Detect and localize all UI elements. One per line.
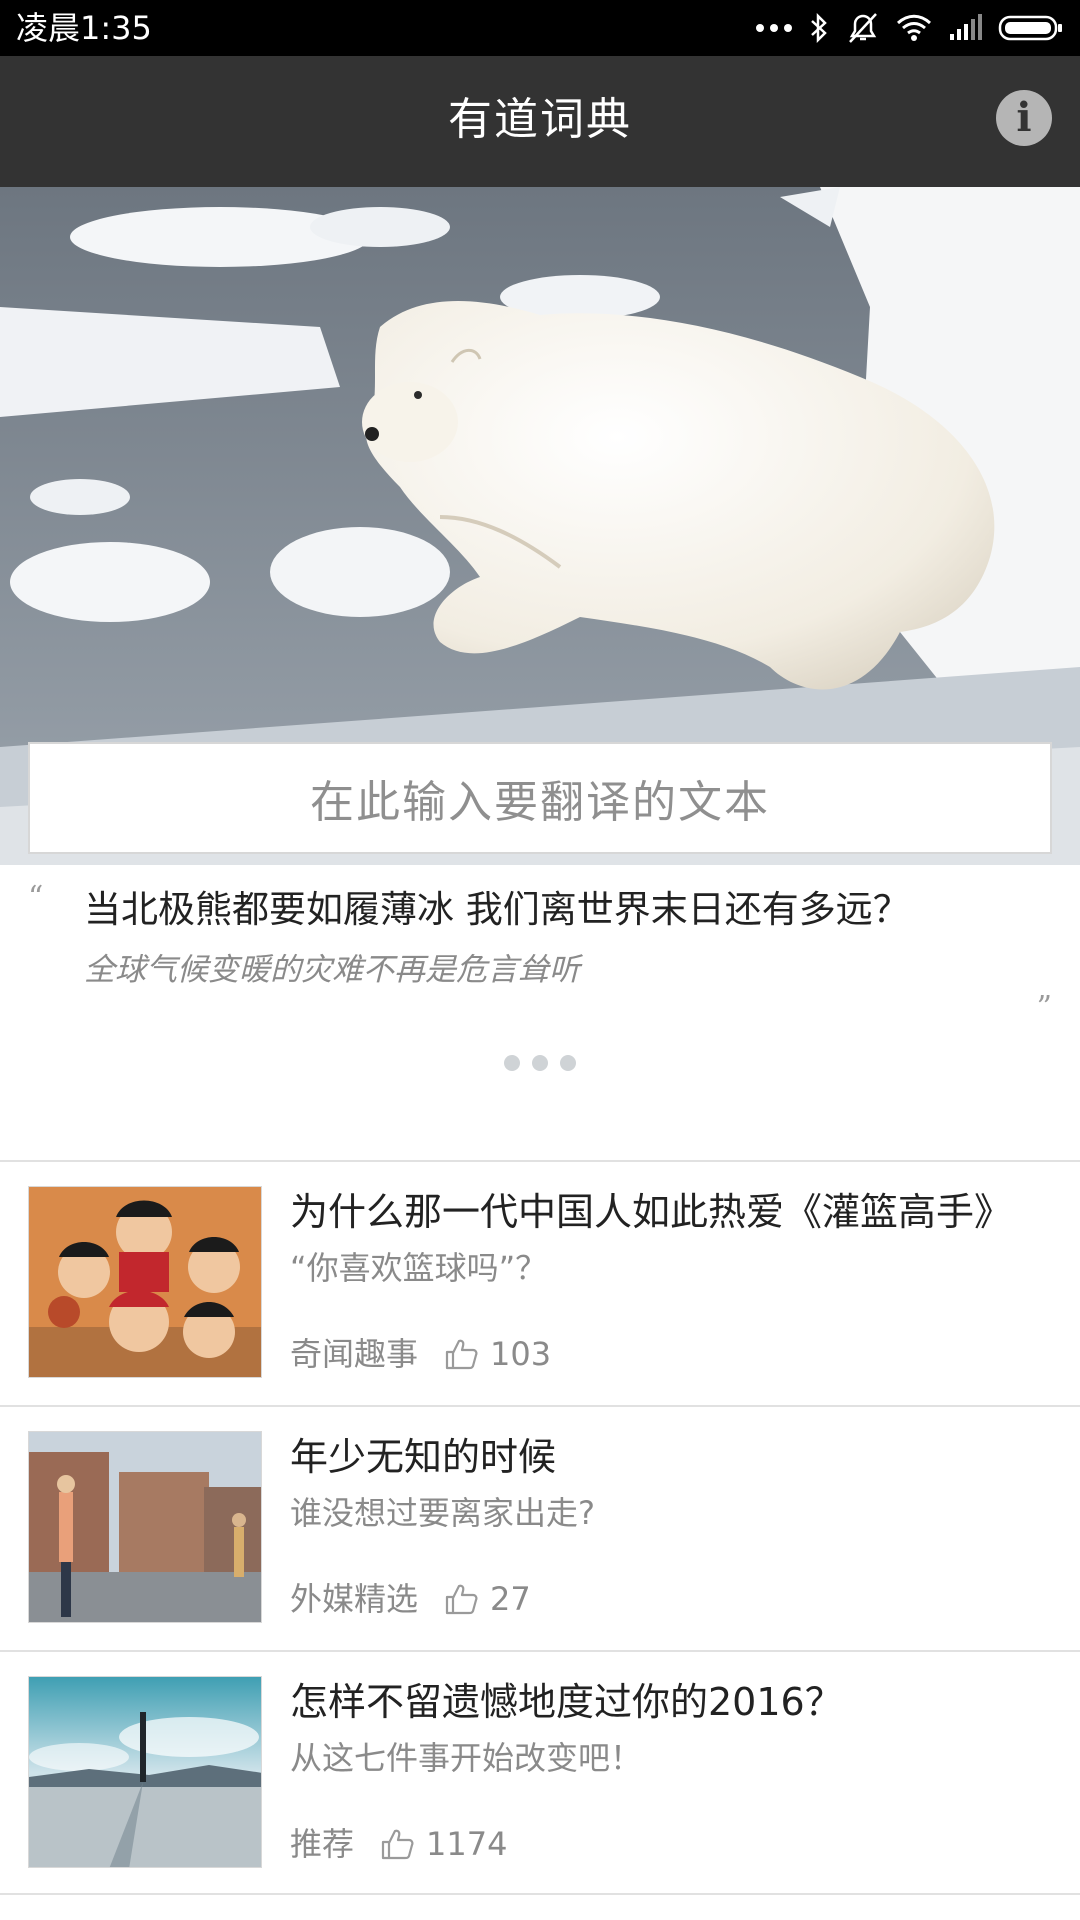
mute-icon: [849, 13, 877, 43]
app-title: 有道词典: [448, 94, 632, 145]
featured-subtitle: 全球气候变暖的灾难不再是危言耸听: [84, 952, 580, 988]
feed-item-title: 怎样不留遗憾地度过你的2016？: [290, 1680, 843, 1724]
quote-open-mark: “: [28, 880, 44, 915]
feed-item-category: 外媒精选: [290, 1580, 419, 1618]
thumbs-up-icon: [381, 1829, 414, 1860]
quote-close-mark: ”: [1036, 990, 1052, 1025]
feed-item-meta: 奇闻趣事 103: [290, 1332, 551, 1376]
like-count: 27: [490, 1580, 531, 1618]
featured-title[interactable]: 当北极熊都要如履薄冰 我们离世界末日还有多远？: [84, 886, 910, 934]
app-bar: 有道词典 i: [0, 56, 1080, 187]
feed-item-meta: 推荐 1174: [290, 1822, 507, 1866]
like-button[interactable]: 27: [444, 1577, 531, 1621]
status-time: 凌晨1:35: [16, 9, 152, 47]
feed-item-subtitle: 谁没想过要离家出走?: [290, 1494, 595, 1532]
feed-item[interactable]: 为什么那一代中国人如此热爱《灌篮高手》 “你喜欢篮球吗”？ 奇闻趣事 103: [0, 1160, 1080, 1405]
pager-dot[interactable]: [532, 1055, 548, 1071]
like-button[interactable]: 103: [444, 1332, 551, 1376]
bluetooth-icon: [811, 13, 827, 43]
like-count: 1174: [426, 1825, 508, 1863]
feed-item-category: 奇闻趣事: [290, 1335, 419, 1373]
feed-item[interactable]: 怎样不留遗憾地度过你的2016？ 从这七件事开始改变吧！ 推荐 1174: [0, 1650, 1080, 1895]
feed-item-subtitle: 从这七件事开始改变吧！: [290, 1739, 643, 1777]
like-button[interactable]: 1174: [380, 1822, 507, 1866]
pager-dot[interactable]: [504, 1055, 520, 1071]
article-thumbnail: [28, 1431, 262, 1623]
like-count: 103: [490, 1335, 552, 1373]
feed-item-title: 年少无知的时候: [290, 1435, 557, 1479]
more-dots-icon: [756, 24, 792, 32]
status-icons: [756, 8, 1064, 48]
status-bar: 凌晨1:35: [0, 0, 1080, 56]
article-thumbnail: [28, 1186, 262, 1378]
info-icon[interactable]: i: [996, 90, 1052, 146]
wifi-icon: [896, 14, 932, 41]
article-feed: 为什么那一代中国人如此热爱《灌篮高手》 “你喜欢篮球吗”？ 奇闻趣事 103 年…: [0, 1160, 1080, 1895]
feed-item-title: 为什么那一代中国人如此热爱《灌篮高手》: [290, 1190, 1013, 1234]
thumbs-up-icon: [445, 1339, 478, 1370]
signal-icon: [950, 14, 982, 40]
translate-input[interactable]: 在此输入要翻译的文本: [28, 742, 1052, 854]
feed-item-subtitle: “你喜欢篮球吗”？: [290, 1249, 548, 1287]
banner-pager[interactable]: [0, 1055, 1080, 1071]
feed-item-category: 推荐: [290, 1825, 355, 1863]
feed-item-meta: 外媒精选 27: [290, 1577, 531, 1621]
thumbs-up-icon: [445, 1584, 478, 1615]
article-thumbnail: [28, 1676, 262, 1868]
pager-dot[interactable]: [560, 1055, 576, 1071]
feed-item[interactable]: 年少无知的时候 谁没想过要离家出走? 外媒精选 27: [0, 1405, 1080, 1650]
battery-icon: [998, 15, 1062, 41]
